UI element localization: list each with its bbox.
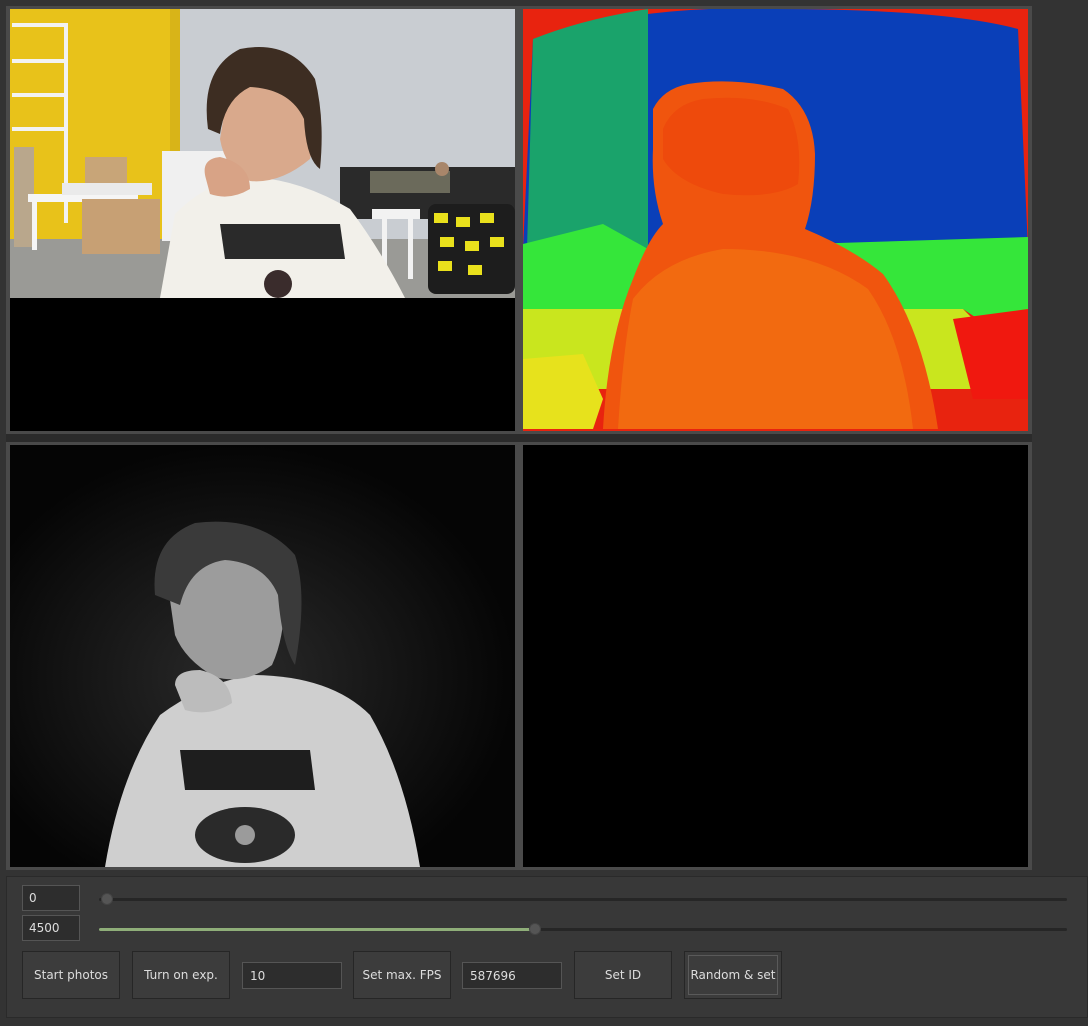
fps-input[interactable] [242, 962, 342, 989]
ir-view-frame [6, 442, 519, 870]
set-max-fps-button[interactable]: Set max. FPS [353, 951, 451, 999]
ir-image [10, 445, 515, 867]
max-slider-fill [99, 928, 535, 931]
max-slider-handle[interactable] [528, 923, 541, 935]
empty-view [523, 445, 1028, 867]
set-id-button[interactable]: Set ID [574, 951, 672, 999]
controls-panel: Start photos Turn on exp. Set max. FPS S… [6, 876, 1088, 1018]
min-slider-handle[interactable] [101, 893, 113, 905]
max-depth-slider[interactable] [99, 922, 1067, 936]
turn-on-exposure-button[interactable]: Turn on exp. [132, 951, 230, 999]
depth-view-frame [519, 6, 1032, 434]
depth-image [523, 9, 1028, 431]
color-image [10, 9, 515, 431]
start-photos-button[interactable]: Start photos [22, 951, 120, 999]
max-depth-input[interactable] [22, 915, 80, 941]
random-and-set-button[interactable]: Random & set [684, 951, 782, 999]
depth-camera-view [523, 9, 1028, 431]
infrared-camera-view [10, 445, 515, 867]
min-slider-track [99, 898, 1067, 901]
stream-grid [6, 6, 1032, 870]
id-input[interactable] [462, 962, 562, 989]
empty-view-frame [519, 442, 1032, 870]
kinect-viewer-window: Start photos Turn on exp. Set max. FPS S… [0, 0, 1088, 1026]
min-depth-input[interactable] [22, 885, 80, 911]
color-camera-view [10, 9, 515, 431]
color-view-frame [6, 6, 519, 434]
min-depth-slider[interactable] [99, 892, 1067, 906]
